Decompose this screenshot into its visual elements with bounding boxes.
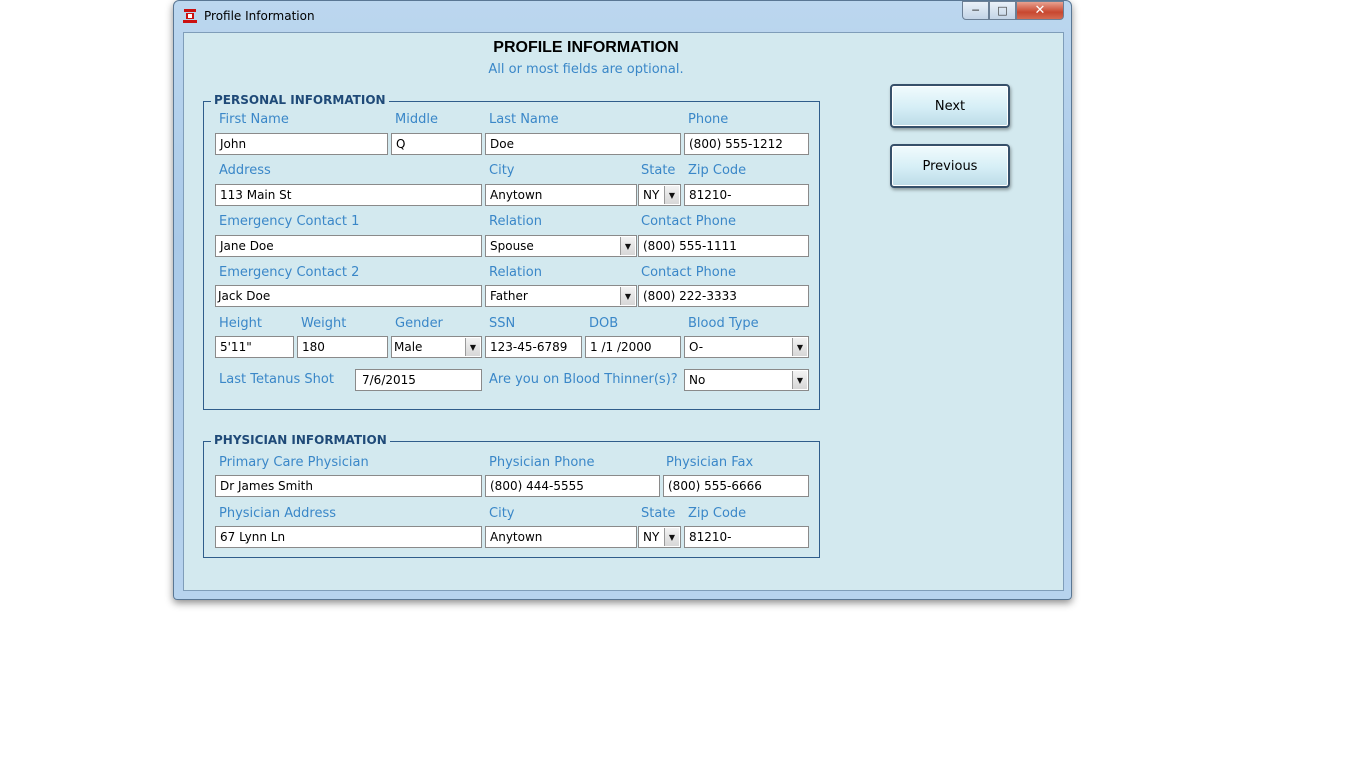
blood-thinners-label: Are you on Blood Thinner(s)? — [489, 372, 678, 387]
middle-label: Middle — [395, 112, 438, 127]
physician-phone-label: Physician Phone — [489, 455, 595, 470]
profile-window: Profile Information ─ □ ✕ PROFILE INFORM… — [173, 0, 1072, 600]
contact-phone-1-label: Contact Phone — [641, 214, 736, 229]
close-button[interactable]: ✕ — [1016, 1, 1064, 20]
emergency-contact-1-field[interactable]: Jane Doe — [215, 235, 482, 257]
emergency-contact-2-field[interactable]: Jack Doe — [215, 285, 482, 307]
maximize-icon: □ — [997, 4, 1008, 17]
state-label: State — [641, 163, 676, 178]
first-name-label: First Name — [219, 112, 289, 127]
physician-state-dropdown[interactable]: NY ▼ — [638, 526, 681, 548]
chevron-down-icon[interactable]: ▼ — [792, 371, 807, 389]
tetanus-label: Last Tetanus Shot — [219, 372, 334, 387]
zip-code-label: Zip Code — [688, 163, 747, 178]
gender-dropdown[interactable]: Male ▼ — [391, 336, 482, 358]
height-field[interactable]: 5'11" — [215, 336, 294, 358]
physician-city-field[interactable]: Anytown — [485, 526, 637, 548]
physician-state-value: NY — [643, 530, 660, 544]
relation-1-label: Relation — [489, 214, 542, 229]
dob-label: DOB — [589, 316, 619, 331]
primary-physician-field[interactable]: Dr James Smith — [215, 475, 482, 497]
phone-field[interactable]: (800) 555-1212 — [684, 133, 809, 155]
chevron-down-icon[interactable]: ▼ — [664, 528, 679, 546]
page-subtitle: All or most fields are optional. — [488, 62, 684, 77]
middle-field[interactable]: Q — [391, 133, 482, 155]
city-field[interactable]: Anytown — [485, 184, 637, 206]
maximize-button[interactable]: □ — [989, 1, 1016, 20]
blood-thinners-dropdown[interactable]: No ▼ — [684, 369, 809, 391]
personal-group-label: PERSONAL INFORMATION — [211, 93, 389, 107]
next-button[interactable]: Next — [890, 84, 1010, 128]
physician-address-label: Physician Address — [219, 506, 337, 521]
physician-phone-field[interactable]: (800) 444-5555 — [485, 475, 660, 497]
emergency-contact-1-label: Emergency Contact 1 — [219, 214, 360, 229]
physician-city-label: City — [489, 506, 515, 521]
chevron-down-icon[interactable]: ▼ — [620, 287, 635, 305]
relation-1-dropdown[interactable]: Spouse ▼ — [485, 235, 637, 257]
minimize-button[interactable]: ─ — [962, 1, 989, 20]
state-value: NY — [643, 188, 660, 202]
blood-type-dropdown[interactable]: O- ▼ — [684, 336, 809, 358]
physician-address-field[interactable]: 67 Lynn Ln — [215, 526, 482, 548]
zip-code-field[interactable]: 81210- — [684, 184, 809, 206]
phone-label: Phone — [688, 112, 729, 127]
form-client-area: PROFILE INFORMATION All or most fields a… — [183, 32, 1064, 591]
last-name-label: Last Name — [489, 112, 559, 127]
blood-thinners-value: No — [689, 373, 706, 387]
personal-info-group: PERSONAL INFORMATION First Name Middle L… — [203, 93, 820, 410]
physician-state-label: State — [641, 506, 676, 521]
blood-type-value: O- — [689, 340, 704, 354]
emergency-contact-2-label: Emergency Contact 2 — [219, 265, 360, 280]
relation-2-value: Father — [490, 289, 528, 303]
tetanus-field[interactable]: 7/6/2015 — [355, 369, 482, 391]
ssn-field[interactable]: 123-45-6789 — [485, 336, 582, 358]
ssn-label: SSN — [489, 316, 516, 331]
weight-label: Weight — [301, 316, 347, 331]
chevron-down-icon[interactable]: ▼ — [792, 338, 807, 356]
blood-type-label: Blood Type — [688, 316, 759, 331]
chevron-down-icon[interactable]: ▼ — [664, 186, 679, 204]
weight-field[interactable]: 180 — [297, 336, 388, 358]
height-label: Height — [219, 316, 262, 331]
address-field[interactable]: 113 Main St — [215, 184, 482, 206]
last-name-field[interactable]: Doe — [485, 133, 681, 155]
relation-2-label: Relation — [489, 265, 542, 280]
dob-field[interactable]: 1 /1 /2000 — [585, 336, 681, 358]
relation-1-value: Spouse — [490, 239, 534, 253]
previous-button[interactable]: Previous — [890, 144, 1010, 188]
city-label: City — [489, 163, 515, 178]
gender-value: Male — [394, 340, 423, 354]
gender-label: Gender — [395, 316, 443, 331]
app-logo-icon — [182, 8, 198, 24]
physician-info-group: PHYSICIAN INFORMATION Primary Care Physi… — [203, 433, 820, 558]
first-name-field[interactable]: John — [215, 133, 388, 155]
physician-zip-field[interactable]: 81210- — [684, 526, 809, 548]
chevron-down-icon[interactable]: ▼ — [465, 338, 480, 356]
contact-phone-1-field[interactable]: (800) 555-1111 — [638, 235, 809, 257]
minimize-icon: ─ — [972, 4, 979, 17]
close-icon: ✕ — [1034, 3, 1046, 18]
contact-phone-2-field[interactable]: (800) 222-3333 — [638, 285, 809, 307]
primary-physician-label: Primary Care Physician — [219, 455, 369, 470]
physician-fax-field[interactable]: (800) 555-6666 — [663, 475, 809, 497]
contact-phone-2-label: Contact Phone — [641, 265, 736, 280]
physician-group-label: PHYSICIAN INFORMATION — [211, 433, 390, 447]
physician-fax-label: Physician Fax — [666, 455, 754, 470]
title-bar[interactable]: Profile Information ─ □ ✕ — [174, 1, 1071, 31]
relation-2-dropdown[interactable]: Father ▼ — [485, 285, 637, 307]
physician-zip-label: Zip Code — [688, 506, 747, 521]
state-dropdown[interactable]: NY ▼ — [638, 184, 681, 206]
address-label: Address — [219, 163, 271, 178]
page-title: PROFILE INFORMATION — [493, 39, 679, 56]
window-title: Profile Information — [204, 9, 315, 23]
chevron-down-icon[interactable]: ▼ — [620, 237, 635, 255]
